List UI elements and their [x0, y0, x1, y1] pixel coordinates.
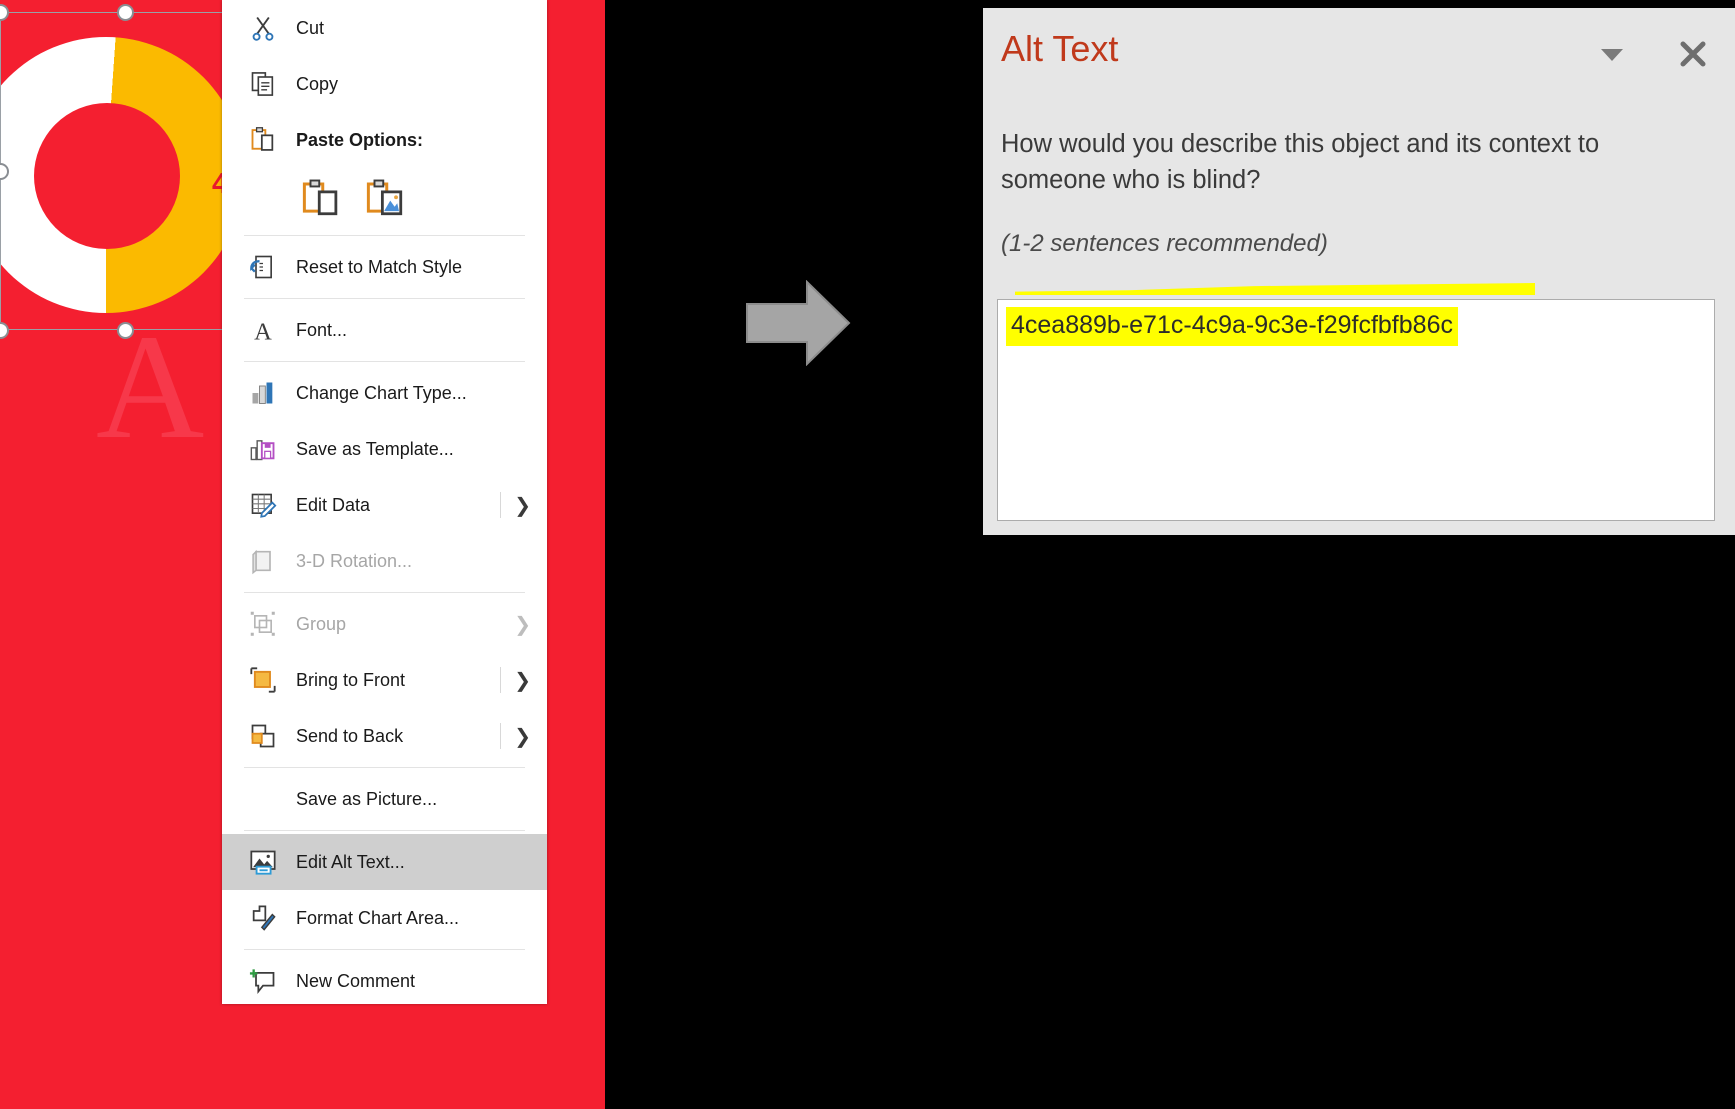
menu-item-label: Cut	[296, 18, 547, 39]
screenshot-root: A 51% 4	[0, 0, 1735, 1109]
menu-item-label: Edit Data	[296, 495, 547, 516]
close-icon[interactable]	[1677, 38, 1709, 70]
clipboard-icon	[246, 123, 280, 157]
menu-item-edit-alt-text[interactable]: Edit Alt Text...	[222, 834, 547, 890]
menu-item-label: Format Chart Area...	[296, 908, 547, 929]
menu-item-3d-rotation: 3-D Rotation...	[222, 533, 547, 589]
menu-item-change-chart-type[interactable]: Change Chart Type...	[222, 365, 547, 421]
right-arrow-icon	[745, 280, 851, 366]
chevron-right-icon[interactable]: ❯	[514, 493, 531, 517]
alt-text-question: How would you describe this object and i…	[1001, 126, 1691, 198]
menu-item-save-as-template[interactable]: Save as Template...	[222, 421, 547, 477]
menu-item-format-chart-area[interactable]: Format Chart Area...	[222, 890, 547, 946]
menu-item-cut[interactable]: Cut	[222, 0, 547, 56]
menu-item-label: Save as Template...	[296, 439, 547, 460]
decorative-letter: A	[96, 312, 204, 462]
menu-item-label: Paste Options:	[296, 130, 547, 151]
alt-text-textarea[interactable]: 4cea889b-e71c-4c9a-9c3e-f29fcfbfb86c	[997, 299, 1715, 521]
menu-item-label: Send to Back	[296, 726, 547, 747]
menu-item-new-comment[interactable]: New Comment	[222, 953, 547, 1004]
edit-data-icon	[246, 488, 280, 522]
alt-text-pane-header: Alt Text	[983, 8, 1735, 100]
alt-text-hint: (1-2 sentences recommended)	[1001, 230, 1328, 258]
menu-item-label: 3-D Rotation...	[296, 551, 547, 572]
menu-item-bring-to-front[interactable]: Bring to Front ❯	[222, 652, 547, 708]
scissors-icon	[246, 11, 280, 45]
menu-separator	[244, 298, 525, 299]
alt-text-icon	[246, 845, 280, 879]
menu-item-font[interactable]: A Font...	[222, 302, 547, 358]
chevron-right-icon[interactable]: ❯	[514, 668, 531, 692]
menu-item-label: New Comment	[296, 971, 547, 992]
menu-item-paste-options: Paste Options:	[222, 112, 547, 168]
chevron-down-icon[interactable]	[1599, 46, 1625, 64]
paste-picture-icon[interactable]	[364, 177, 406, 224]
send-back-icon	[246, 719, 280, 753]
menu-item-send-to-back[interactable]: Send to Back ❯	[222, 708, 547, 764]
alt-text-value-wrapper: 4cea889b-e71c-4c9a-9c3e-f29fcfbfb86c	[1006, 307, 1556, 357]
paste-options-row[interactable]	[222, 168, 547, 232]
submenu-divider	[500, 667, 501, 693]
menu-item-copy[interactable]: Copy	[222, 56, 547, 112]
font-icon: A	[246, 313, 280, 347]
menu-item-label: Reset to Match Style	[296, 257, 547, 278]
copy-icon	[246, 67, 280, 101]
menu-item-save-as-picture[interactable]: Save as Picture...	[222, 771, 547, 827]
menu-separator	[244, 767, 525, 768]
resize-handle-top-center[interactable]	[117, 4, 134, 21]
menu-separator	[244, 361, 525, 362]
bring-front-icon	[246, 663, 280, 697]
resize-handle-bottom-left[interactable]	[0, 322, 9, 339]
menu-item-label: Edit Alt Text...	[296, 852, 547, 873]
menu-item-label: Font...	[296, 320, 547, 341]
menu-item-label: Save as Picture...	[296, 789, 547, 810]
menu-item-label: Group	[296, 614, 547, 635]
pane-title: Alt Text	[1001, 28, 1118, 70]
submenu-divider	[500, 723, 501, 749]
resize-handle-bottom-center[interactable]	[117, 322, 134, 339]
menu-separator	[244, 592, 525, 593]
alt-text-pane[interactable]: Alt Text How would you describe this obj…	[983, 8, 1735, 535]
menu-separator	[244, 949, 525, 950]
chart-selection-frame	[0, 12, 250, 330]
reset-style-icon	[246, 250, 280, 284]
menu-item-edit-data[interactable]: Edit Data ❯	[222, 477, 547, 533]
menu-separator	[244, 235, 525, 236]
resize-handle-middle-left[interactable]	[0, 163, 9, 180]
chart-type-icon	[246, 376, 280, 410]
resize-handle-top-left[interactable]	[0, 4, 9, 21]
rotation-3d-icon	[246, 544, 280, 578]
chart-context-menu[interactable]: Cut Copy Paste Options:	[222, 0, 547, 1004]
menu-item-reset-to-match-style[interactable]: Reset to Match Style	[222, 239, 547, 295]
menu-separator	[244, 830, 525, 831]
menu-item-label: Copy	[296, 74, 547, 95]
save-template-icon	[246, 432, 280, 466]
chevron-right-icon[interactable]: ❯	[514, 724, 531, 748]
menu-item-label: Change Chart Type...	[296, 383, 547, 404]
paste-keep-formatting-icon[interactable]	[300, 177, 342, 224]
alt-text-value[interactable]: 4cea889b-e71c-4c9a-9c3e-f29fcfbfb86c	[1006, 307, 1458, 346]
menu-item-label: Bring to Front	[296, 670, 547, 691]
chevron-right-icon: ❯	[514, 612, 531, 636]
new-comment-icon	[246, 964, 280, 998]
submenu-divider	[500, 492, 501, 518]
format-chart-icon	[246, 901, 280, 935]
svg-text:A: A	[254, 318, 272, 344]
menu-item-group: Group ❯	[222, 596, 547, 652]
group-icon	[246, 607, 280, 641]
